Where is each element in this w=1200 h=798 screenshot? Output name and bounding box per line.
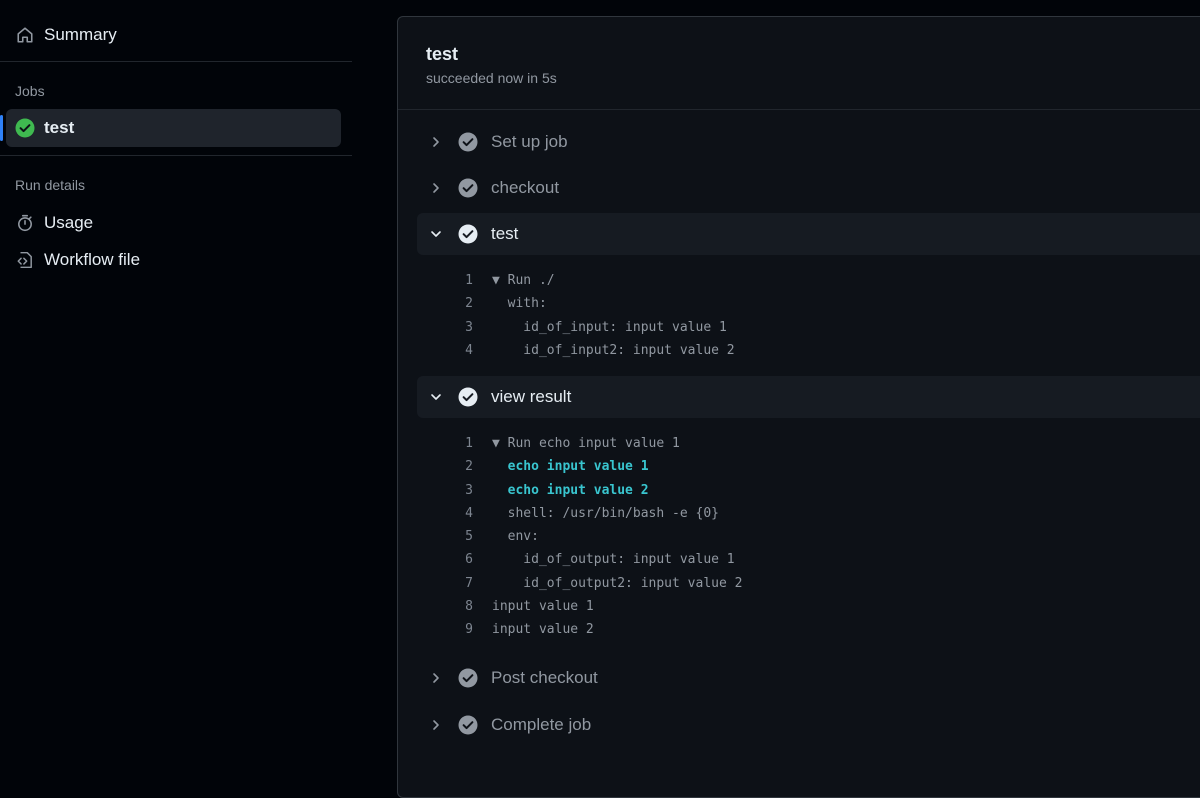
step-checkout[interactable]: checkout	[417, 167, 1200, 209]
log-line: 4 id_of_input2: input value 2	[445, 339, 735, 362]
log-text: ▼ Run ./	[492, 273, 555, 288]
check-circle-icon	[458, 715, 478, 735]
job-log-panel: test succeeded now in 5s Set up job chec…	[397, 16, 1200, 798]
check-circle-icon	[458, 387, 478, 407]
step-set-up-job[interactable]: Set up job	[417, 121, 1200, 163]
sidebar-item-usage[interactable]: Usage	[6, 204, 341, 242]
check-circle-icon	[458, 132, 478, 152]
log-line: 9 input value 2	[445, 618, 742, 641]
run-details-heading: Run details	[15, 177, 86, 193]
log-text: id_of_input: input value 1	[492, 319, 727, 335]
sidebar-item-label: Usage	[44, 213, 94, 232]
log-text-highlight: echo input value 1	[492, 459, 649, 475]
check-circle-fill-icon	[15, 118, 35, 138]
line-number: 5	[465, 529, 473, 545]
log-text: ▼ Run echo input value 1	[492, 436, 680, 451]
chevron-down-icon	[427, 225, 445, 243]
stopwatch-icon	[15, 213, 35, 233]
step-view-result[interactable]: view result	[417, 376, 1200, 418]
chevron-down-icon	[427, 388, 445, 406]
log-text: input value 1	[492, 599, 594, 615]
sidebar-item-label: test	[44, 118, 75, 137]
sidebar-item-job-test[interactable]: test	[0, 109, 341, 147]
log-line: 2 with:	[445, 292, 735, 315]
home-icon	[15, 25, 35, 45]
line-number: 2	[465, 296, 473, 312]
line-number: 1	[465, 273, 473, 288]
chevron-right-icon	[427, 179, 445, 197]
line-number: 6	[465, 552, 473, 568]
line-number: 7	[465, 575, 473, 591]
log-text: input value 2	[492, 622, 594, 638]
line-number: 3	[465, 319, 473, 335]
log-line: 3 echo input value 2	[445, 479, 742, 502]
sidebar-item-workflow-file[interactable]: Workflow file	[6, 241, 341, 279]
step-post-checkout[interactable]: Post checkout	[417, 657, 1200, 699]
line-number: 3	[465, 482, 473, 498]
sidebar-item-label: Summary	[44, 25, 117, 44]
line-number: 1	[465, 436, 473, 451]
step-name: Complete job	[491, 715, 592, 734]
log-line: 6 id_of_output: input value 1	[445, 548, 742, 571]
view-result-log: 1 ▼ Run echo input value 1 2 echo input v…	[445, 432, 742, 642]
file-code-icon	[15, 250, 35, 270]
sidebar-divider	[0, 61, 352, 62]
log-line: 2 echo input value 1	[445, 455, 742, 478]
log-line: 5 env:	[445, 525, 742, 548]
check-circle-icon	[458, 224, 478, 244]
log-text: id_of_output: input value 1	[492, 552, 735, 568]
job-title: test	[426, 44, 459, 64]
line-number: 9	[465, 622, 473, 638]
panel-divider	[398, 109, 1200, 110]
step-test[interactable]: test	[417, 213, 1200, 255]
sidebar-item-summary[interactable]: Summary	[6, 16, 341, 54]
chevron-right-icon	[427, 716, 445, 734]
test-log: 1 ▼ Run ./ 2 with: 3 id_of_input: input v…	[445, 269, 735, 362]
step-name: test	[491, 224, 519, 243]
job-status: succeeded now in 5s	[426, 70, 557, 86]
check-circle-icon	[458, 178, 478, 198]
log-line[interactable]: 1 ▼ Run echo input value 1	[445, 432, 742, 455]
step-name: Set up job	[491, 132, 568, 151]
log-text: env:	[492, 529, 539, 545]
line-number: 2	[465, 459, 473, 475]
sidebar-item-label: Workflow file	[44, 250, 141, 269]
sidebar: Summary Jobs test Run details Usage Work…	[0, 0, 352, 783]
log-text: shell: /usr/bin/bash -e {0}	[492, 505, 719, 521]
log-line: 7 id_of_output2: input value 2	[445, 572, 742, 595]
step-name: checkout	[491, 178, 560, 197]
log-line: 8 input value 1	[445, 595, 742, 618]
step-name: Post checkout	[491, 668, 598, 687]
log-line[interactable]: 1 ▼ Run ./	[445, 269, 735, 292]
log-text: with:	[492, 296, 547, 312]
jobs-heading: Jobs	[15, 83, 45, 99]
step-name: view result	[491, 387, 572, 406]
active-indicator	[0, 115, 3, 141]
chevron-right-icon	[427, 133, 445, 151]
check-circle-icon	[458, 668, 478, 688]
line-number: 4	[465, 505, 473, 521]
step-complete-job[interactable]: Complete job	[417, 704, 1200, 746]
log-line: 4 shell: /usr/bin/bash -e {0}	[445, 502, 742, 525]
log-text-highlight: echo input value 2	[492, 482, 649, 498]
sidebar-divider	[0, 155, 352, 156]
log-line: 3 id_of_input: input value 1	[445, 316, 735, 339]
line-number: 8	[465, 599, 473, 615]
chevron-right-icon	[427, 669, 445, 687]
line-number: 4	[465, 342, 473, 358]
log-text: id_of_output2: input value 2	[492, 575, 743, 591]
log-text: id_of_input2: input value 2	[492, 342, 735, 358]
